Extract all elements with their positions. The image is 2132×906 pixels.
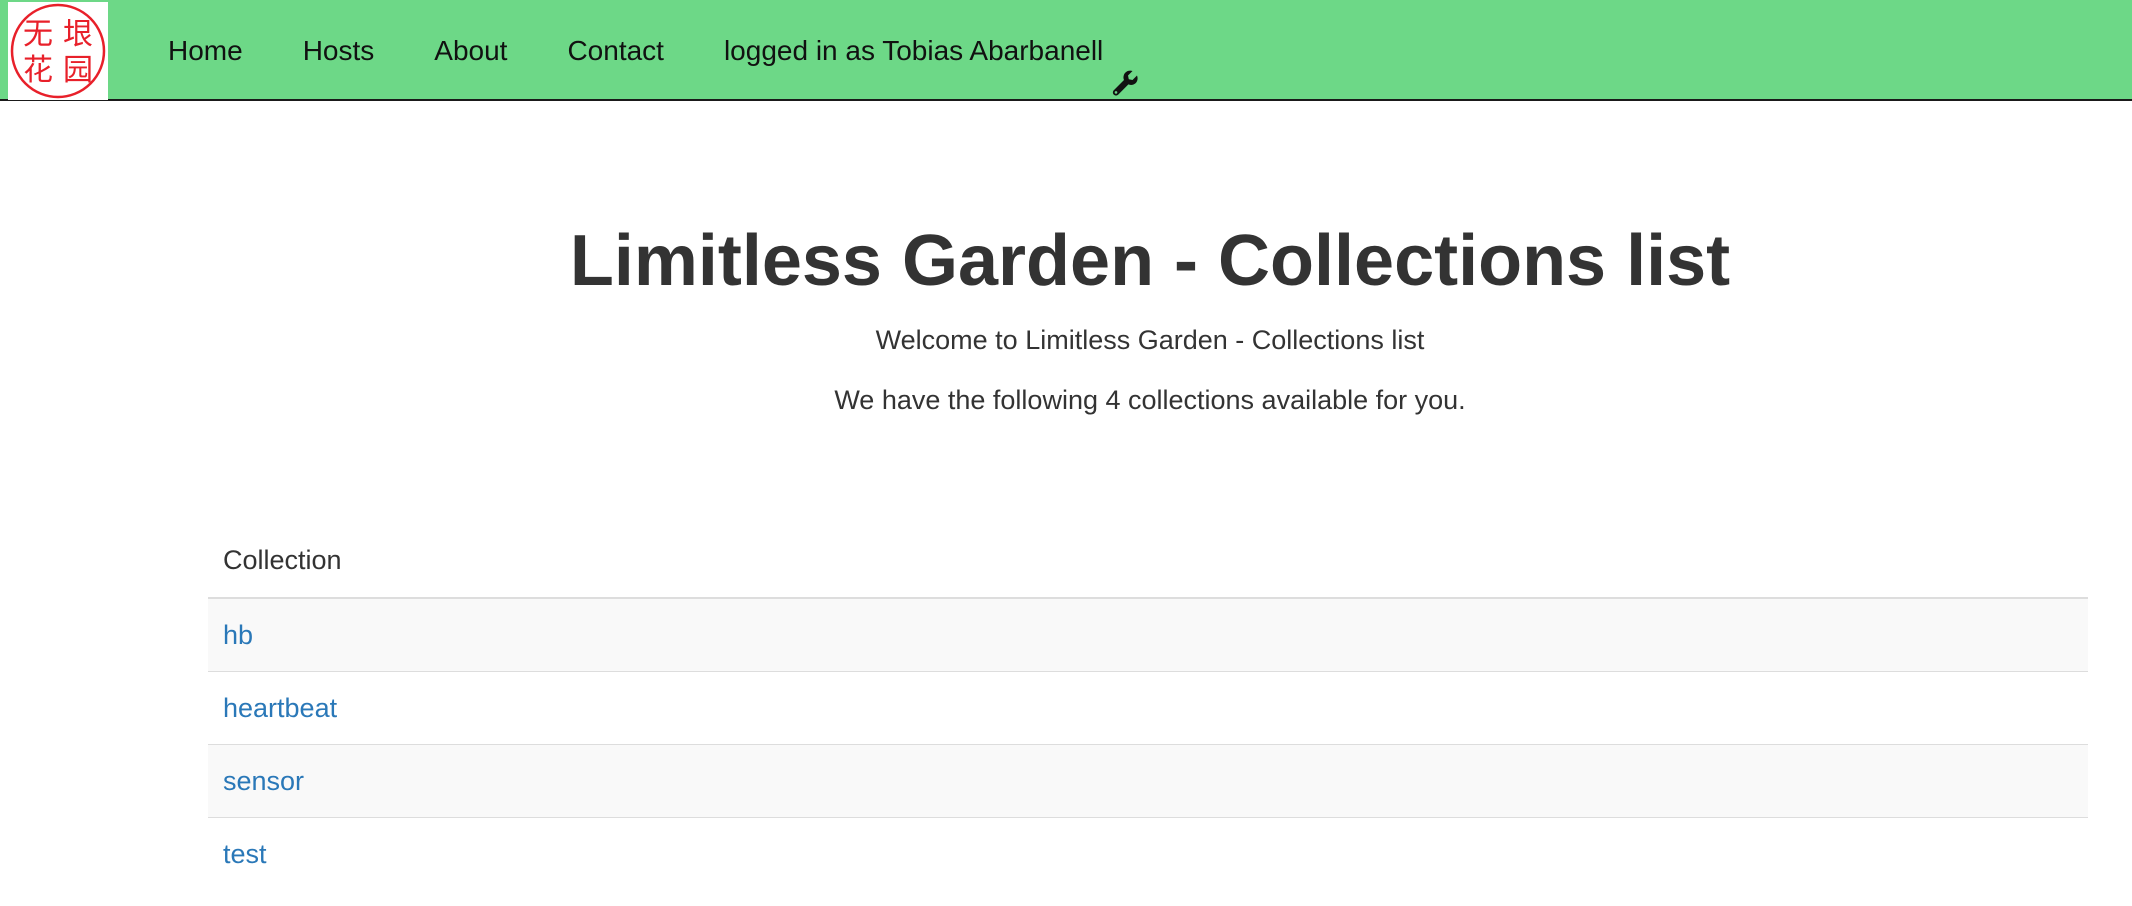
brand-logo[interactable]: 无 垠 花 园 xyxy=(8,2,108,100)
table-row: test xyxy=(208,818,2088,891)
table-cell: test xyxy=(208,818,2088,891)
table-row: heartbeat xyxy=(208,671,2088,745)
table-row: hb xyxy=(208,598,2088,672)
table-row: sensor xyxy=(208,744,2088,818)
logo-char: 园 xyxy=(63,53,93,88)
table-cell: sensor xyxy=(208,744,2088,818)
collections-table: Collection hb heartbeat sensor test xyxy=(208,524,2088,890)
table-header-row: Collection xyxy=(208,524,2088,599)
table-cell: hb xyxy=(208,598,2088,672)
nav-item-contact[interactable]: Contact xyxy=(537,0,694,101)
column-header-collection: Collection xyxy=(208,524,2088,599)
nav-item-hosts[interactable]: Hosts xyxy=(273,0,405,101)
nav-item-home[interactable]: Home xyxy=(138,0,273,101)
page-title: Limitless Garden - Collections list xyxy=(569,221,1731,301)
nav-item-about[interactable]: About xyxy=(404,0,537,101)
navbar: 无 垠 花 园 Home Hosts About Contact logged … xyxy=(0,0,2132,101)
logo-char: 垠 xyxy=(63,17,93,52)
seal-logo-icon: 无 垠 花 园 xyxy=(10,3,106,99)
welcome-text: Welcome to Limitless Garden - Collection… xyxy=(875,325,1425,355)
collections-count-text: We have the following 4 collections avai… xyxy=(834,385,1466,415)
collection-link-test[interactable]: test xyxy=(223,839,267,869)
wrench-icon xyxy=(1111,37,1139,95)
collection-link-heartbeat[interactable]: heartbeat xyxy=(223,693,337,723)
user-label: logged in as Tobias Abarbanell xyxy=(723,35,1104,66)
logo-char: 花 xyxy=(23,53,53,88)
collection-link-sensor[interactable]: sensor xyxy=(223,766,304,796)
nav-links: Home Hosts About Contact logged in as To… xyxy=(138,0,1169,101)
user-menu[interactable]: logged in as Tobias Abarbanell xyxy=(694,0,1169,101)
collection-link-hb[interactable]: hb xyxy=(223,620,253,650)
table-cell: heartbeat xyxy=(208,671,2088,745)
logo-char: 无 xyxy=(23,17,53,52)
